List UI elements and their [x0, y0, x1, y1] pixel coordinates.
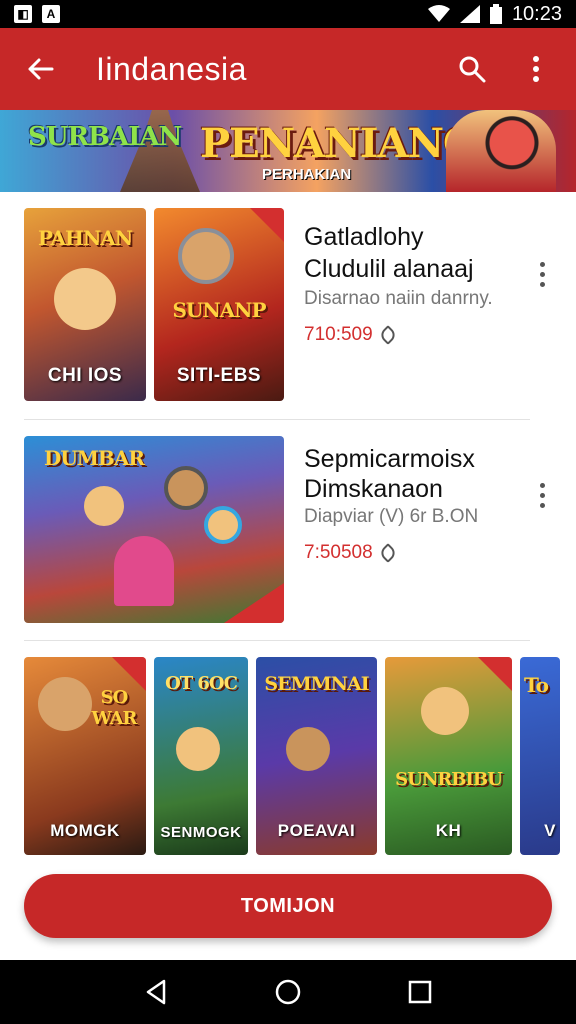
- thumbnail-label: V: [544, 821, 556, 840]
- thumbnail-title: PAHNAN: [37, 226, 133, 250]
- game-thumbnail[interactable]: SEMMNAI POEAVAI: [256, 657, 377, 855]
- primary-action-button[interactable]: TOMIJON: [24, 874, 552, 938]
- game-thumbnail[interactable]: SUNRBIBU KH: [385, 657, 512, 855]
- back-arrow-icon[interactable]: [20, 49, 60, 89]
- character-art: [178, 228, 234, 284]
- thumbnail-title: SUNRBIBU: [395, 769, 503, 790]
- card-subtitle: Disarnao naiin danrny.: [304, 288, 493, 309]
- font-icon: A: [42, 5, 60, 23]
- gallery-icon: ◧: [14, 5, 32, 23]
- character-art: [176, 727, 220, 771]
- price-text: 7:50508: [304, 542, 373, 563]
- corner-badge: [250, 208, 284, 242]
- character-art: [38, 677, 92, 731]
- thumbnail-title: DUMBAR: [44, 446, 145, 470]
- card-title-line2: Dimskanaon: [304, 475, 443, 503]
- card-title-line2: Cludulil alanaaj: [304, 255, 474, 283]
- divider: [24, 419, 530, 420]
- more-vert-icon[interactable]: [516, 49, 556, 89]
- card-title[interactable]: Gatladlohy: [304, 222, 424, 252]
- content-list: PAHNAN CHI IOS SUNANP SITI-EBS Gatladloh…: [0, 192, 576, 860]
- character-art: [84, 486, 124, 526]
- banner-left-text: SURBAIAN: [28, 122, 182, 152]
- tag-icon: [377, 325, 398, 345]
- game-thumbnail[interactable]: DUMBAR: [24, 436, 284, 623]
- game-thumbnail[interactable]: SO WAR MOMGK: [24, 657, 146, 855]
- thumbnail-label: CHI IOS: [47, 365, 123, 386]
- character-art: [114, 536, 174, 606]
- game-thumbnail[interactable]: SUNANP SITI-EBS: [154, 208, 284, 401]
- nav-recents-icon[interactable]: [400, 972, 440, 1012]
- more-vert-icon[interactable]: [530, 475, 554, 515]
- card-title[interactable]: Sepmicarmoisx: [304, 444, 475, 474]
- corner-badge: [112, 657, 146, 691]
- thumbnail-label: KH: [435, 821, 462, 840]
- tag-icon: [377, 543, 398, 563]
- character-art: [204, 506, 242, 544]
- thumbnail-label: SITI-EBS: [176, 365, 262, 386]
- thumbnail-label: SENMOGK: [160, 824, 242, 841]
- game-thumbnail[interactable]: To V: [520, 657, 560, 855]
- banner-subtitle: PERHAKIAN: [262, 166, 352, 183]
- system-nav-bar: [0, 960, 576, 1024]
- corner-badge: [224, 583, 284, 623]
- character-art: [421, 687, 469, 735]
- thumbnail-title: SEMMNAI: [264, 673, 369, 695]
- thumbnail-label: MOMGK: [50, 821, 120, 840]
- thumbnail-title: SUNANP: [172, 298, 266, 322]
- more-vert-icon[interactable]: [530, 254, 554, 294]
- game-thumbnail[interactable]: PAHNAN CHI IOS: [24, 208, 146, 401]
- signal-icon: [459, 5, 480, 23]
- app-bar: Iindanesia: [0, 28, 576, 110]
- nav-back-icon[interactable]: [136, 972, 176, 1012]
- corner-badge: [478, 657, 512, 691]
- wifi-icon: [427, 5, 450, 22]
- nav-home-icon[interactable]: [268, 972, 308, 1012]
- character-art: [54, 268, 116, 330]
- thumbnail-title: SO WAR: [91, 687, 138, 729]
- status-right: 10:23: [427, 2, 562, 26]
- game-thumbnail[interactable]: OT 6OC SENMOGK: [154, 657, 248, 855]
- price-text: 710:509: [304, 324, 373, 345]
- battery-icon: [489, 4, 502, 24]
- promo-banner[interactable]: SURBAIAN PENANIANON PERHAKIAN: [0, 110, 576, 192]
- status-bar: ◧ A 10:23: [0, 0, 576, 28]
- search-icon[interactable]: [452, 49, 492, 89]
- page-title: Iindanesia: [96, 50, 247, 87]
- character-art: [286, 727, 330, 771]
- thumbnail-title: To: [524, 673, 549, 697]
- card-price: 710:509: [304, 324, 398, 346]
- card-price: 7:50508: [304, 542, 398, 564]
- status-time: 10:23: [511, 2, 562, 25]
- banner-hero-art: [446, 110, 556, 192]
- status-left: ◧ A: [14, 5, 60, 23]
- card-subtitle: Diapviar (V) 6r B.ON: [304, 506, 479, 527]
- thumbnail-title: OT 6OC: [165, 673, 238, 694]
- thumbnail-label: POEAVAI: [277, 821, 356, 840]
- divider: [24, 640, 530, 641]
- character-art: [164, 466, 208, 510]
